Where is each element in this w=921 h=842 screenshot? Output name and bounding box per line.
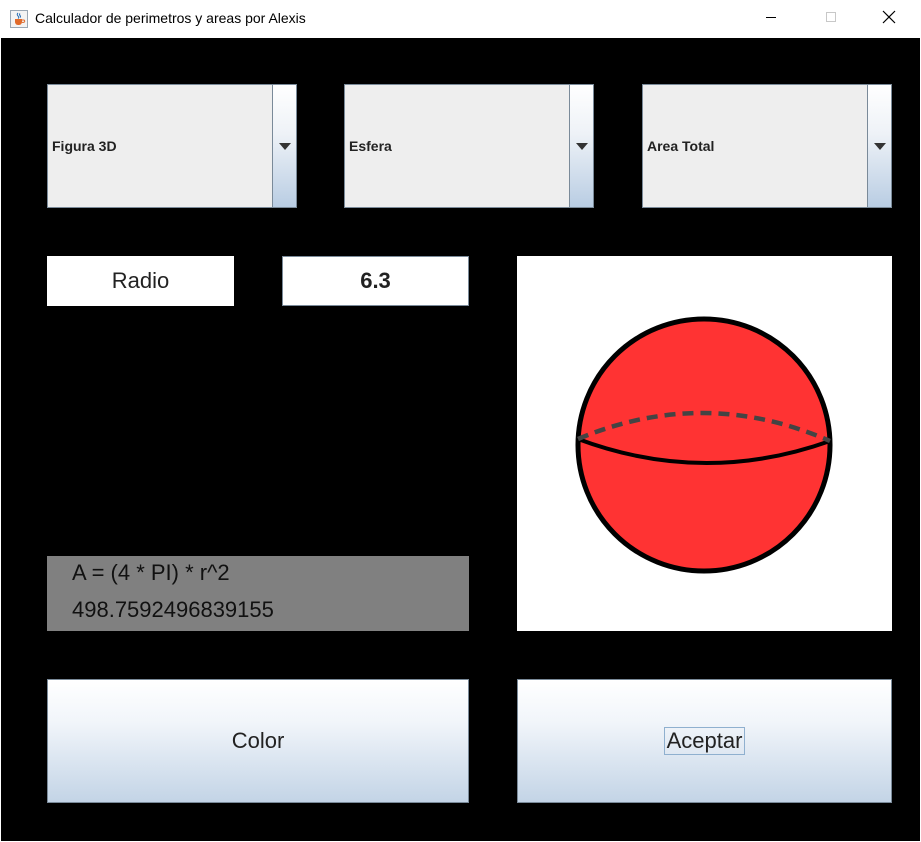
triangle-down-icon xyxy=(278,137,291,155)
shape-canvas xyxy=(517,256,892,631)
result-value: 498.7592496839155 xyxy=(72,597,274,622)
measure-value: Area Total xyxy=(647,138,715,154)
color-button-label: Color xyxy=(231,728,285,753)
figure-type-dropdown-button[interactable] xyxy=(272,85,296,207)
window-title: Calculador de perimetros y areas por Ale… xyxy=(35,10,306,26)
measure-combo[interactable]: Area Total xyxy=(642,84,892,208)
java-cup-icon xyxy=(10,10,28,28)
minimize-button[interactable] xyxy=(748,0,794,38)
sphere-body xyxy=(575,316,833,574)
maximize-icon xyxy=(825,10,837,28)
close-icon xyxy=(882,10,896,29)
maximize-button[interactable] xyxy=(808,0,854,38)
app-window: Calculador de perimetros y areas por Ale… xyxy=(0,0,921,842)
minimize-icon xyxy=(765,10,777,28)
figure-type-combo[interactable]: Figura 3D xyxy=(47,84,297,208)
formula-text: A = (4 * PI) * r^2 xyxy=(72,560,230,585)
color-button[interactable]: Color xyxy=(47,679,469,803)
radius-label: Radio xyxy=(47,256,234,306)
close-button[interactable] xyxy=(866,0,912,38)
radius-input[interactable]: 6.3 xyxy=(282,256,469,306)
sphere-drawing xyxy=(575,316,833,574)
triangle-down-icon xyxy=(575,137,588,155)
accept-button-label: Aceptar xyxy=(663,727,746,755)
shape-combo[interactable]: Esfera xyxy=(344,84,594,208)
accept-button[interactable]: Aceptar xyxy=(517,679,892,803)
shape-value: Esfera xyxy=(349,138,392,154)
triangle-down-icon xyxy=(873,137,886,155)
result-panel: A = (4 * PI) * r^2 498.7592496839155 xyxy=(47,556,469,631)
title-bar: Calculador de perimetros y areas por Ale… xyxy=(0,0,921,38)
shape-dropdown-button[interactable] xyxy=(569,85,593,207)
figure-type-value: Figura 3D xyxy=(52,138,117,154)
measure-dropdown-button[interactable] xyxy=(867,85,891,207)
